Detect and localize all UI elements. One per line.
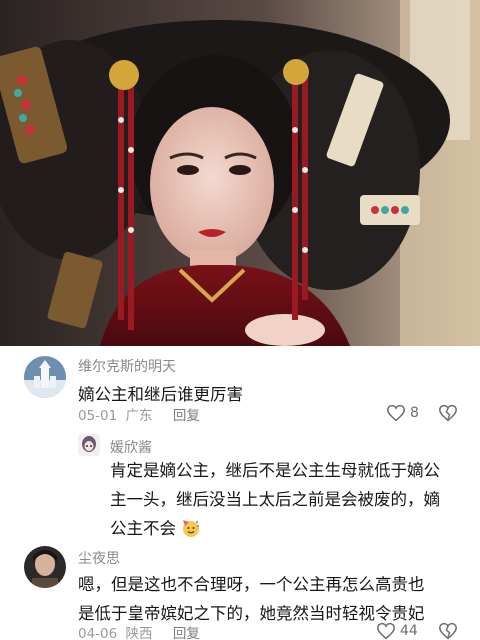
dislike-button[interactable] [438, 622, 458, 640]
broken-heart-icon [439, 622, 457, 640]
comment-meta: 05-01 广东 回复 [78, 404, 200, 424]
comment-username[interactable]: 维尔克斯的明天 [78, 356, 176, 376]
like-count: 8 [410, 405, 419, 421]
comment-location: 广东 [125, 408, 153, 424]
heart-icon [377, 622, 395, 640]
comment-username[interactable]: 尘夜思 [78, 548, 120, 568]
comment-location: 陕西 [125, 626, 153, 640]
drama-still-image [0, 0, 480, 346]
dark-portrait-avatar-icon [24, 546, 66, 588]
comment-date: 04-06 [78, 626, 118, 640]
party-face-emoji-icon [183, 520, 200, 537]
reply-text-line: 肯定是嫡公主，继后不是公主生母就低于嫡公 [110, 461, 440, 480]
broken-heart-icon [439, 404, 457, 422]
like-button[interactable]: 44 [376, 622, 418, 640]
avatar[interactable] [24, 546, 66, 588]
anime-girl-avatar-icon [78, 434, 100, 456]
comment-text-line: 嗯，但是这也不合理呀，一个公主再怎么高贵也 [78, 575, 425, 594]
like-button[interactable]: 8 [386, 404, 419, 422]
comment-meta: 04-06 陕西 回复 [78, 622, 200, 640]
comment-date: 05-01 [78, 408, 118, 424]
reply-text: 肯定是嫡公主，继后不是公主生母就低于嫡公 主一头，继后没当上太后之前是会被废的，… [110, 456, 470, 543]
drama-still-illustration [0, 0, 480, 346]
comment-section: 维尔克斯的明天 嫡公主和继后谁更厉害 05-01 广东 回复 8 媛欣酱 肯定是… [0, 346, 480, 640]
reply-button[interactable]: 回复 [173, 626, 200, 640]
like-count: 44 [400, 623, 418, 639]
reply-username[interactable]: 媛欣酱 [110, 437, 152, 457]
reply-button[interactable]: 回复 [173, 408, 200, 424]
reply-text-line-last: 公主不会 [110, 514, 470, 543]
snow-castle-avatar-icon [24, 356, 66, 398]
comment-text: 嗯，但是这也不合理呀，一个公主再怎么高贵也 是低于皇帝嫔妃之下的，她竟然当时轻视… [78, 570, 425, 628]
dislike-button[interactable] [438, 404, 458, 422]
avatar[interactable] [78, 434, 100, 456]
avatar[interactable] [24, 356, 66, 398]
reply-text-line: 主一头，继后没当上太后之前是会被废的，嫡 [110, 490, 440, 509]
reply-text-line: 公主不会 [110, 519, 176, 538]
heart-icon [387, 404, 405, 422]
